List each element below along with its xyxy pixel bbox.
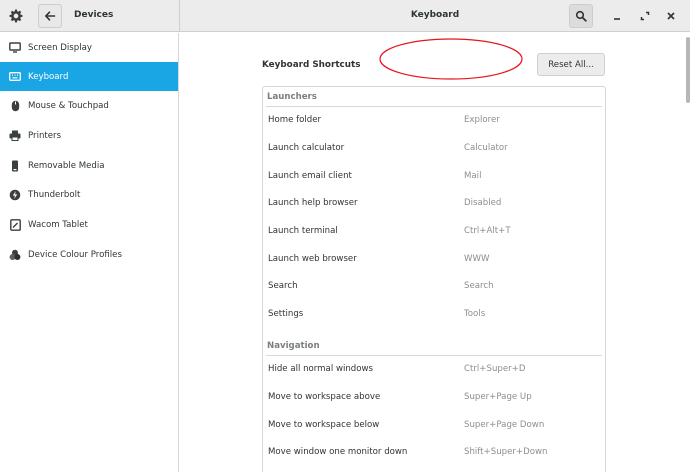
shortcut-accelerator: Calculator [464, 143, 508, 153]
close-icon[interactable] [663, 8, 679, 24]
shortcut-row[interactable]: Launch calculator Calculator [263, 134, 605, 162]
shortcut-accelerator: Ctrl+Super+D [464, 364, 526, 374]
shortcut-row[interactable]: Launch help browser Disabled [263, 189, 605, 217]
sidebar-item-removable-media[interactable]: Removable Media [0, 151, 178, 180]
shortcut-name: Launch calculator [268, 143, 345, 153]
back-button[interactable] [38, 4, 62, 28]
shortcut-row[interactable]: Launch web browser WWW [263, 245, 605, 273]
reset-all-button[interactable]: Reset All... [537, 53, 605, 76]
shortcut-name: Hide all normal windows [268, 364, 374, 374]
shortcut-row[interactable]: Settings Tools [263, 300, 605, 328]
sidebar-item-label: Printers [28, 130, 62, 141]
shortcut-row[interactable]: Hide all normal windows Ctrl+Super+D [263, 355, 605, 383]
shortcut-name: Launch terminal [268, 226, 338, 236]
sidebar-item-label: Device Colour Profiles [28, 249, 122, 260]
shortcut-row[interactable]: Launch email client Mail [263, 162, 605, 190]
page-title: Keyboard [410, 10, 460, 20]
scrollbar[interactable] [685, 33, 690, 472]
sidebar-item-label: Keyboard [28, 71, 69, 82]
thunderbolt-icon [9, 189, 21, 201]
group-title-navigation: Navigation [267, 341, 320, 351]
shortcut-row[interactable]: Move to workspace below Super+Page Down [263, 411, 605, 439]
section-title-keyboard-shortcuts: Keyboard Shortcuts [262, 60, 361, 70]
shortcut-name: Home folder [268, 115, 322, 125]
shortcut-accelerator: Super+Page Down [464, 420, 545, 430]
sidebar-item-screen-display[interactable]: Screen Display [0, 33, 178, 62]
annotation-ellipse [379, 38, 523, 80]
color-profiles-icon [9, 249, 21, 261]
group-title-launchers: Launchers [267, 92, 317, 102]
mouse-icon [9, 100, 21, 112]
sidebar-item-device-colour-profiles[interactable]: Device Colour Profiles [0, 240, 178, 269]
minimize-icon[interactable] [609, 8, 625, 24]
shortcut-accelerator: Shift+Super+Down [464, 447, 548, 457]
shortcut-name: Launch web browser [268, 254, 357, 264]
shortcut-accelerator: Search [464, 281, 494, 291]
sidebar-item-label: Wacom Tablet [28, 219, 88, 230]
shortcut-row[interactable]: Home folder Explorer [263, 106, 605, 134]
keyboard-icon [9, 71, 21, 83]
sidebar-item-label: Screen Display [28, 42, 92, 53]
shortcut-accelerator: Tools [464, 309, 486, 319]
header-bar: Devices Keyboard [0, 0, 690, 32]
printer-icon [9, 130, 21, 142]
removable-media-icon [9, 160, 21, 172]
arrow-left-icon [44, 10, 56, 22]
shortcut-name: Settings [268, 309, 304, 319]
shortcut-name: Search [268, 281, 298, 291]
shortcuts-list: Launchers Home folder Explorer Launch ca… [262, 86, 606, 472]
sidebar: Screen Display Keyboard Mouse & Touchpad… [0, 33, 179, 472]
shortcut-name: Move to workspace above [268, 392, 381, 402]
shortcut-accelerator: Disabled [464, 198, 502, 208]
shortcut-accelerator: Ctrl+Alt+T [464, 226, 511, 236]
sidebar-item-wacom-tablet[interactable]: Wacom Tablet [0, 210, 178, 239]
sidebar-item-thunderbolt[interactable]: Thunderbolt [0, 180, 178, 209]
sidebar-item-label: Thunderbolt [28, 189, 81, 200]
gear-icon[interactable] [6, 6, 26, 26]
maximize-icon[interactable] [637, 8, 653, 24]
scrollbar-thumb[interactable] [686, 37, 690, 103]
shortcut-name: Move to workspace below [268, 420, 380, 430]
shortcut-accelerator: WWW [464, 254, 490, 264]
shortcut-row[interactable]: Move to workspace above Super+Page Up [263, 383, 605, 411]
search-button[interactable] [569, 4, 593, 28]
shortcut-row[interactable]: Launch terminal Ctrl+Alt+T [263, 217, 605, 245]
shortcut-name: Move window one monitor down [268, 447, 408, 457]
sidebar-item-keyboard[interactable]: Keyboard [0, 62, 178, 91]
shortcut-accelerator: Mail [464, 171, 482, 181]
sidebar-item-mouse-touchpad[interactable]: Mouse & Touchpad [0, 91, 178, 120]
display-icon [9, 42, 21, 54]
main-content: Keyboard Shortcuts Reset All... Launcher… [180, 33, 685, 472]
header-divider [179, 0, 180, 32]
sidebar-item-label: Mouse & Touchpad [28, 100, 109, 111]
shortcut-accelerator: Super+Page Up [464, 392, 532, 402]
shortcut-name: Launch email client [268, 171, 352, 181]
shortcut-row[interactable]: Move window one monitor down Shift+Super… [263, 438, 605, 466]
header-title-devices: Devices [74, 10, 114, 20]
shortcut-accelerator: Explorer [464, 115, 500, 125]
shortcut-row[interactable]: Search Search [263, 272, 605, 300]
sidebar-item-label: Removable Media [28, 160, 105, 171]
search-icon [575, 10, 587, 22]
shortcut-name: Launch help browser [268, 198, 358, 208]
sidebar-item-printers[interactable]: Printers [0, 121, 178, 150]
tablet-icon [9, 218, 21, 231]
